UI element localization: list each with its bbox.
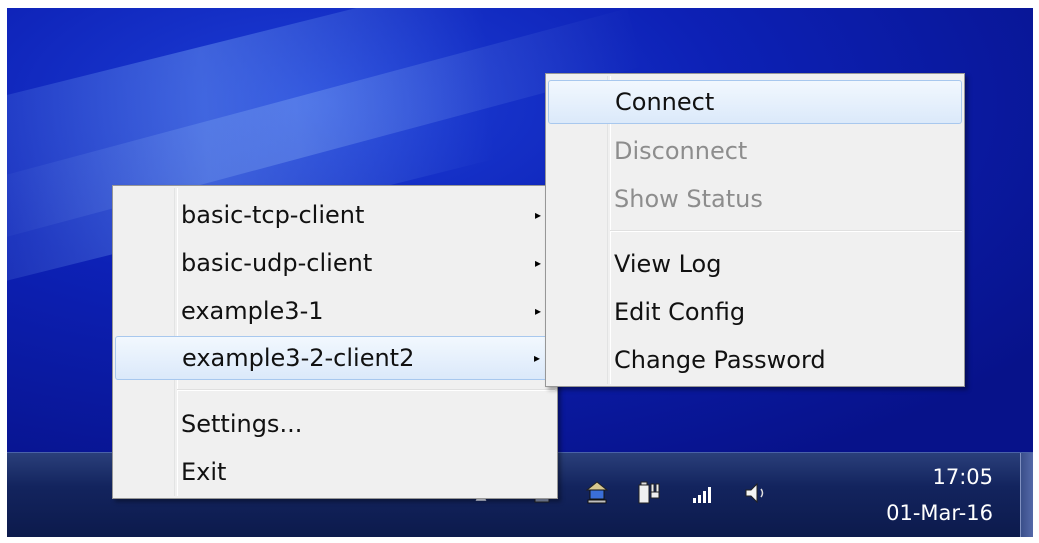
menu-item-label: basic-tcp-client xyxy=(181,201,365,229)
menu-separator xyxy=(610,230,962,232)
menu-item-connect[interactable]: Connect xyxy=(548,80,962,124)
menu-item-example3-1[interactable]: example3-1 ▸ xyxy=(115,289,555,333)
menu-item-settings[interactable]: Settings... xyxy=(115,402,555,446)
menu-item-basic-udp-client[interactable]: basic-udp-client ▸ xyxy=(115,241,555,285)
menu-item-change-password[interactable]: Change Password xyxy=(548,338,962,382)
power-icon[interactable] xyxy=(637,481,661,505)
menu-separator xyxy=(177,389,555,391)
submenu-arrow-icon: ▸ xyxy=(534,256,541,270)
volume-icon[interactable] xyxy=(743,481,767,505)
menu-item-view-log[interactable]: View Log xyxy=(548,242,962,286)
menu-item-label: Exit xyxy=(181,458,227,486)
menu-item-label: Change Password xyxy=(614,346,826,374)
menu-item-example3-2-client2[interactable]: example3-2-client2 ▸ xyxy=(115,336,555,380)
clock-time[interactable]: 17:05 xyxy=(883,465,993,489)
network-computer-icon[interactable] xyxy=(585,481,609,505)
clock-date[interactable]: 01-Mar-16 xyxy=(883,501,993,525)
show-desktop-button[interactable] xyxy=(1020,453,1033,537)
signal-icon[interactable] xyxy=(691,481,715,505)
submenu-arrow-icon: ▸ xyxy=(534,208,541,222)
menu-item-edit-config[interactable]: Edit Config xyxy=(548,290,962,334)
menu-item-label: Edit Config xyxy=(614,298,746,326)
menu-item-exit[interactable]: Exit xyxy=(115,450,555,494)
menu-item-label: Disconnect xyxy=(614,137,748,165)
connection-submenu: Connect Disconnect Show Status View Log … xyxy=(545,73,965,387)
menu-item-show-status: Show Status xyxy=(548,177,962,221)
menu-item-label: basic-udp-client xyxy=(181,249,373,277)
menu-item-label: Show Status xyxy=(614,185,763,213)
menu-item-label: Connect xyxy=(615,88,715,116)
submenu-arrow-icon: ▸ xyxy=(533,351,540,365)
menu-item-label: View Log xyxy=(614,250,722,278)
submenu-arrow-icon: ▸ xyxy=(534,304,541,318)
menu-item-label: Settings... xyxy=(181,410,303,438)
menu-item-disconnect: Disconnect xyxy=(548,129,962,173)
menu-item-basic-tcp-client[interactable]: basic-tcp-client ▸ xyxy=(115,193,555,237)
tray-context-menu: basic-tcp-client ▸ basic-udp-client ▸ ex… xyxy=(112,185,558,499)
menu-item-label: example3-2-client2 xyxy=(182,344,415,372)
menu-item-label: example3-1 xyxy=(181,297,324,325)
